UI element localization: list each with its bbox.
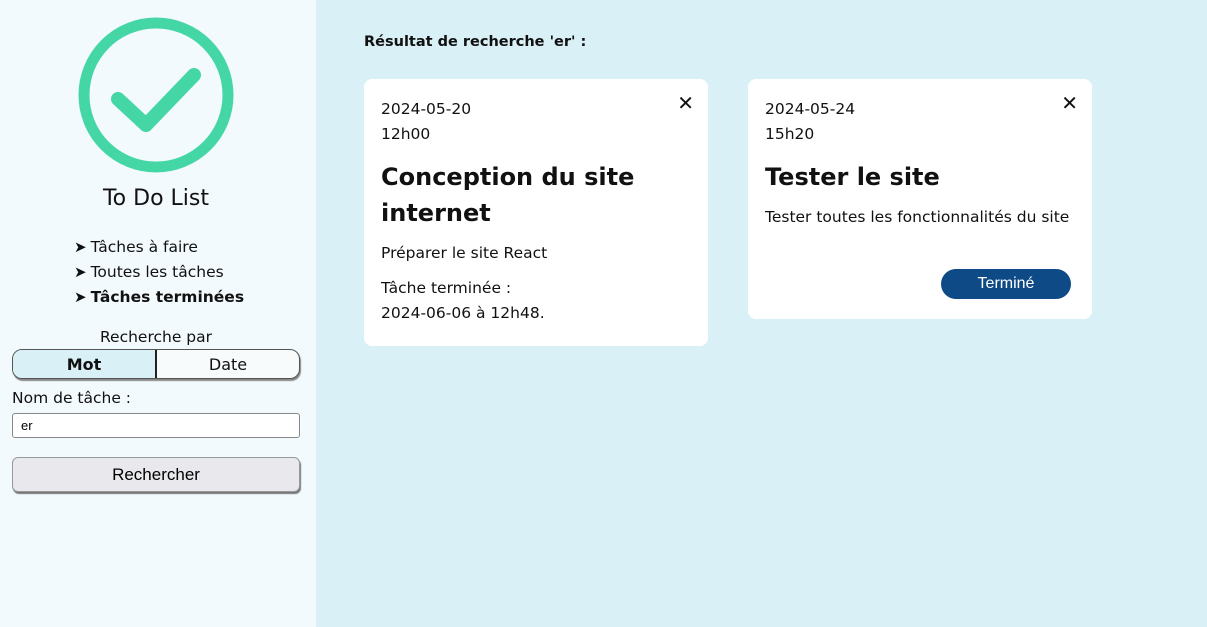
nav-item-all[interactable]: ➤ Toutes les tâches [74, 260, 244, 285]
search-button[interactable]: Rechercher [12, 457, 300, 492]
task-title: Conception du site internet [381, 163, 635, 227]
nav-menu: ➤ Tâches à faire ➤ Toutes les tâches ➤ Tâch… [74, 235, 244, 310]
task-description: Préparer le site React [381, 244, 548, 262]
search-by-label: Recherche par [99, 328, 213, 346]
task-name-label: Nom de tâche : [12, 389, 132, 407]
task-date: 2024-05-24 [765, 100, 856, 118]
search-mode-date-option[interactable]: Date [157, 350, 299, 378]
task-card: ✕ 2024-05-24 15h20 Tester le site Tester… [748, 79, 1092, 319]
task-time: 12h00 [381, 125, 431, 143]
task-completed-date: 2024-06-06 à 12h48. [381, 304, 545, 322]
close-icon[interactable]: ✕ [677, 92, 694, 114]
task-name-input[interactable] [12, 413, 300, 438]
task-completed-label: Tâche terminée : [381, 279, 512, 297]
results-title: Résultat de recherche 'er' : [364, 34, 587, 50]
main-content: Résultat de recherche 'er' : ✕ 2024-05-2… [316, 0, 1207, 627]
task-title: Tester le site [765, 163, 940, 191]
task-card: ✕ 2024-05-20 12h00 Conception du site in… [364, 79, 708, 346]
app-title: To Do List [102, 186, 209, 211]
arrow-right-icon: ➤ [74, 263, 87, 281]
nav-item-label: Toutes les tâches [90, 263, 224, 281]
checkmark-logo-icon [78, 17, 234, 173]
search-mode-toggle: Mot Date [12, 349, 300, 379]
nav-item-label: Tâches terminées [90, 288, 245, 306]
task-time: 15h20 [765, 125, 815, 143]
close-icon[interactable]: ✕ [1061, 92, 1078, 114]
nav-item-completed[interactable]: ➤ Tâches terminées [74, 285, 244, 310]
nav-item-todo[interactable]: ➤ Tâches à faire [74, 235, 244, 260]
search-mode-word-option[interactable]: Mot [13, 350, 157, 378]
nav-item-label: Tâches à faire [90, 238, 198, 256]
task-description: Tester toutes les fonctionnalités du sit… [765, 208, 1070, 226]
arrow-right-icon: ➤ [74, 288, 87, 306]
task-date: 2024-05-20 [381, 100, 472, 118]
arrow-right-icon: ➤ [74, 238, 87, 256]
mark-done-button[interactable]: Terminé [941, 269, 1071, 299]
sidebar: To Do List ➤ Tâches à faire ➤ Toutes les t… [0, 0, 316, 627]
